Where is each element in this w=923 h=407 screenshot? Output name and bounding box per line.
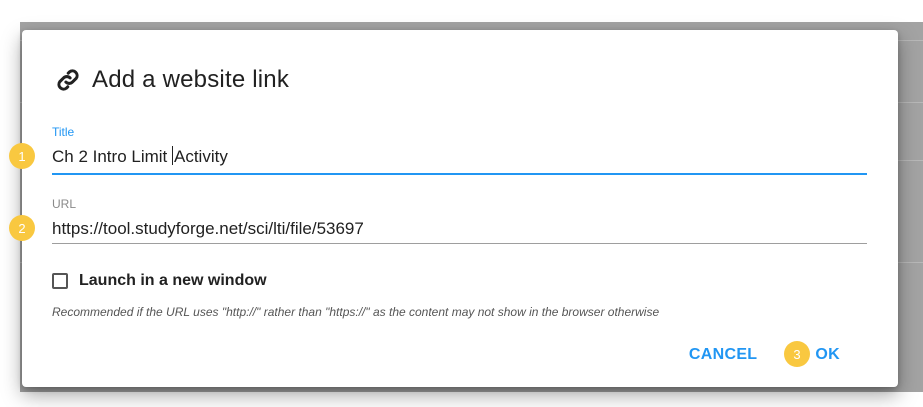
dialog-actions: CANCEL OK	[689, 346, 840, 364]
new-window-option[interactable]: Launch in a new window	[52, 270, 267, 292]
title-field[interactable]: Title Ch 2 Intro Limit Activity	[52, 125, 867, 175]
cancel-button[interactable]: CANCEL	[689, 346, 757, 364]
step-marker-3: 3	[784, 341, 810, 367]
title-input[interactable]: Ch 2 Intro Limit Activity	[52, 146, 867, 168]
add-website-link-dialog: Add a website link Title Ch 2 Intro Limi…	[22, 30, 898, 387]
title-field-label: Title	[52, 125, 75, 139]
new-window-hint: Recommended if the URL uses "http://" ra…	[52, 305, 660, 319]
new-window-checkbox[interactable]	[52, 273, 68, 289]
url-field-label: URL	[52, 197, 77, 211]
title-input-text-before-caret: Ch 2 Intro Limit	[52, 147, 172, 166]
step-marker-1: 1	[9, 143, 35, 169]
text-caret	[172, 146, 173, 165]
ok-button[interactable]: OK	[815, 346, 840, 364]
step-marker-2: 2	[9, 215, 35, 241]
url-field-underline	[52, 243, 867, 244]
title-input-text-after-caret: Activity	[174, 147, 228, 166]
link-icon	[54, 66, 82, 94]
dialog-title: Add a website link	[92, 66, 290, 93]
new-window-label[interactable]: Launch in a new window	[79, 272, 267, 290]
url-field[interactable]: URL https://tool.studyforge.net/sci/lti/…	[52, 197, 867, 244]
dialog-header: Add a website link	[54, 64, 289, 96]
title-field-underline	[52, 173, 867, 175]
url-input[interactable]: https://tool.studyforge.net/sci/lti/file…	[52, 218, 867, 240]
